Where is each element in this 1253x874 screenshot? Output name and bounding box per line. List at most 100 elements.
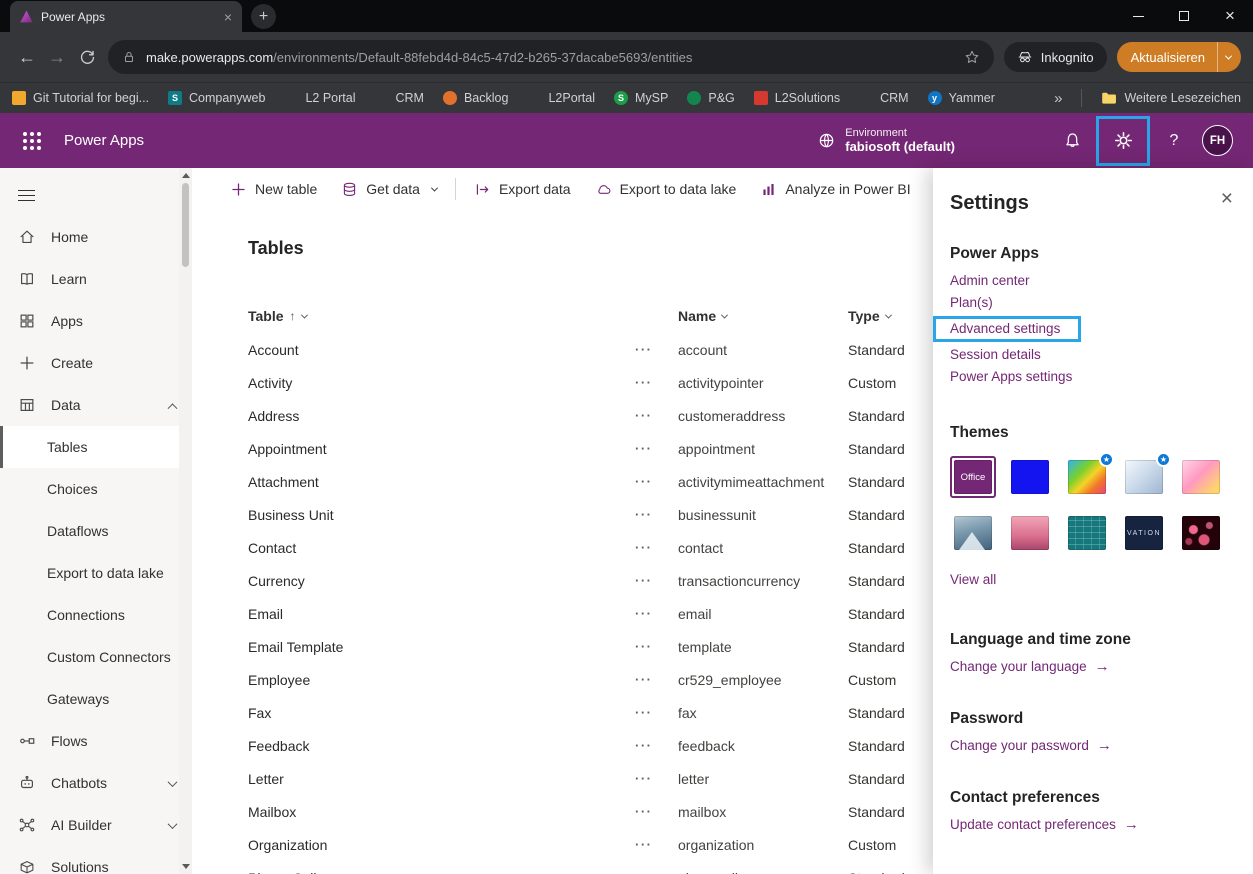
row-more-actions-icon[interactable]: ··· <box>635 474 678 489</box>
row-more-actions-icon[interactable]: ··· <box>635 507 678 522</box>
theme-silver-tile[interactable]: ★ <box>1121 456 1167 498</box>
column-header-table[interactable]: Table ↑ <box>248 308 635 324</box>
export-data-button[interactable]: Export data <box>474 181 571 198</box>
table-display-name[interactable]: Feedback <box>248 738 635 754</box>
view-all-themes-link[interactable]: View all <box>950 572 996 587</box>
bookmark[interactable]: L2 Portal <box>284 91 355 105</box>
sidebar-scrollbar[interactable] <box>179 168 192 874</box>
sidebar-item-custom-connectors[interactable]: Custom Connectors <box>0 636 192 678</box>
table-display-name[interactable]: Email <box>248 606 635 622</box>
column-header-name[interactable]: Name <box>678 308 848 324</box>
theme-mountain-tile[interactable] <box>950 512 996 554</box>
row-more-actions-icon[interactable]: ··· <box>635 441 678 456</box>
table-display-name[interactable]: Business Unit <box>248 507 635 523</box>
theme-unicorn-tile[interactable] <box>1178 456 1224 498</box>
settings-link[interactable]: Advanced settings <box>950 321 1060 336</box>
analyze-in-power-bi-button[interactable]: Analyze in Power BI <box>760 181 910 198</box>
row-more-actions-icon[interactable]: ··· <box>635 738 678 753</box>
sidebar-item-flows[interactable]: Flows <box>0 720 192 762</box>
row-more-actions-icon[interactable]: ··· <box>635 408 678 423</box>
update-caret-button[interactable] <box>1218 55 1241 60</box>
sidebar-item-gateways[interactable]: Gateways <box>0 678 192 720</box>
theme-office-tile[interactable]: Office <box>950 456 996 498</box>
theme-blue-tile[interactable] <box>1007 456 1053 498</box>
change-language-link[interactable]: Change your language→ <box>950 658 1110 675</box>
table-display-name[interactable]: Mailbox <box>248 804 635 820</box>
sidebar-item-home[interactable]: Home <box>0 216 192 258</box>
row-more-actions-icon[interactable]: ··· <box>635 342 678 357</box>
bookmark[interactable]: CRM <box>859 91 908 105</box>
update-contact-preferences-link[interactable]: Update contact preferences→ <box>950 816 1139 833</box>
scroll-up-button[interactable] <box>179 169 192 182</box>
theme-rainbow-tile[interactable]: ★ <box>1064 456 1110 498</box>
table-display-name[interactable]: Currency <box>248 573 635 589</box>
chevron-down-icon[interactable] <box>168 777 178 787</box>
table-display-name[interactable]: Account <box>248 342 635 358</box>
row-more-actions-icon[interactable]: ··· <box>635 639 678 654</box>
change-password-link[interactable]: Change your password→ <box>950 737 1112 754</box>
sidebar-item-solutions[interactable]: Solutions <box>0 846 192 874</box>
table-display-name[interactable]: Email Template <box>248 639 635 655</box>
settings-link[interactable]: Power Apps settings <box>950 369 1072 384</box>
sidebar-item-data[interactable]: Data <box>0 384 192 426</box>
browser-update-button[interactable]: Aktualisieren <box>1117 42 1241 72</box>
sidebar-item-tables[interactable]: Tables <box>0 426 192 468</box>
sidebar-item-chatbots[interactable]: Chatbots <box>0 762 192 804</box>
new-tab-button[interactable]: + <box>251 4 276 29</box>
notifications-button[interactable] <box>1050 117 1094 165</box>
get-data-dropdown-chevron[interactable] <box>431 184 438 191</box>
theme-palms-tile[interactable] <box>1007 512 1053 554</box>
row-more-actions-icon[interactable]: ··· <box>635 672 678 687</box>
sidebar-item-export-to-data-lake[interactable]: Export to data lake <box>0 552 192 594</box>
bookmark-star-icon[interactable] <box>964 49 980 65</box>
scrollbar-thumb[interactable] <box>182 183 189 267</box>
scroll-down-button[interactable] <box>179 860 192 873</box>
table-display-name[interactable]: Address <box>248 408 635 424</box>
user-avatar[interactable]: FH <box>1202 125 1233 156</box>
chevron-down-icon[interactable] <box>721 311 728 318</box>
row-more-actions-icon[interactable]: ··· <box>635 870 678 874</box>
bookmark[interactable]: y Yammer <box>928 91 995 105</box>
export-to-data-lake-button[interactable]: Export to data lake <box>595 181 737 198</box>
forward-button[interactable]: → <box>42 47 72 68</box>
settings-link[interactable]: Admin center <box>950 273 1030 288</box>
reload-button[interactable] <box>72 49 102 66</box>
row-more-actions-icon[interactable]: ··· <box>635 573 678 588</box>
table-display-name[interactable]: Employee <box>248 672 635 688</box>
row-more-actions-icon[interactable]: ··· <box>635 375 678 390</box>
sidebar-item-apps[interactable]: Apps <box>0 300 192 342</box>
get-data-button[interactable]: Get data <box>341 181 420 198</box>
row-more-actions-icon[interactable]: ··· <box>635 804 678 819</box>
sidebar-collapse-button[interactable] <box>0 174 192 216</box>
row-more-actions-icon[interactable]: ··· <box>635 771 678 786</box>
back-button[interactable]: ← <box>12 47 42 68</box>
table-display-name[interactable]: Appointment <box>248 441 635 457</box>
sidebar-item-choices[interactable]: Choices <box>0 468 192 510</box>
tab-close-icon[interactable]: × <box>224 10 232 24</box>
sidebar-item-connections[interactable]: Connections <box>0 594 192 636</box>
table-display-name[interactable]: Fax <box>248 705 635 721</box>
row-more-actions-icon[interactable]: ··· <box>635 606 678 621</box>
close-panel-icon[interactable]: × <box>1221 188 1233 209</box>
bookmark[interactable]: P&G <box>687 91 734 105</box>
chevron-down-icon[interactable] <box>300 311 307 318</box>
row-more-actions-icon[interactable]: ··· <box>635 837 678 852</box>
table-display-name[interactable]: Organization <box>248 837 635 853</box>
sidebar-item-create[interactable]: Create <box>0 342 192 384</box>
help-button[interactable]: ? <box>1152 117 1196 165</box>
new-table-button[interactable]: New table <box>230 181 317 198</box>
settings-link[interactable]: Plan(s) <box>950 295 993 310</box>
bookmark[interactable]: Git Tutorial for begi... <box>12 91 149 105</box>
settings-gear-button[interactable] <box>1096 116 1150 166</box>
settings-link[interactable]: Session details <box>950 347 1041 362</box>
bookmark[interactable]: S Companyweb <box>168 91 265 105</box>
chevron-up-icon[interactable] <box>168 403 178 413</box>
address-bar[interactable]: make.powerapps.com/environments/Default-… <box>108 40 994 74</box>
window-maximize-button[interactable] <box>1161 0 1207 32</box>
window-close-button[interactable]: × <box>1207 0 1253 32</box>
app-launcher-waffle-icon[interactable] <box>12 121 52 161</box>
bookmark[interactable]: S MySP <box>614 91 668 105</box>
app-title[interactable]: Power Apps <box>64 132 144 149</box>
theme-innovation-tile[interactable]: VATION <box>1121 512 1167 554</box>
environment-picker[interactable]: Environment fabiosoft (default) <box>817 127 955 154</box>
